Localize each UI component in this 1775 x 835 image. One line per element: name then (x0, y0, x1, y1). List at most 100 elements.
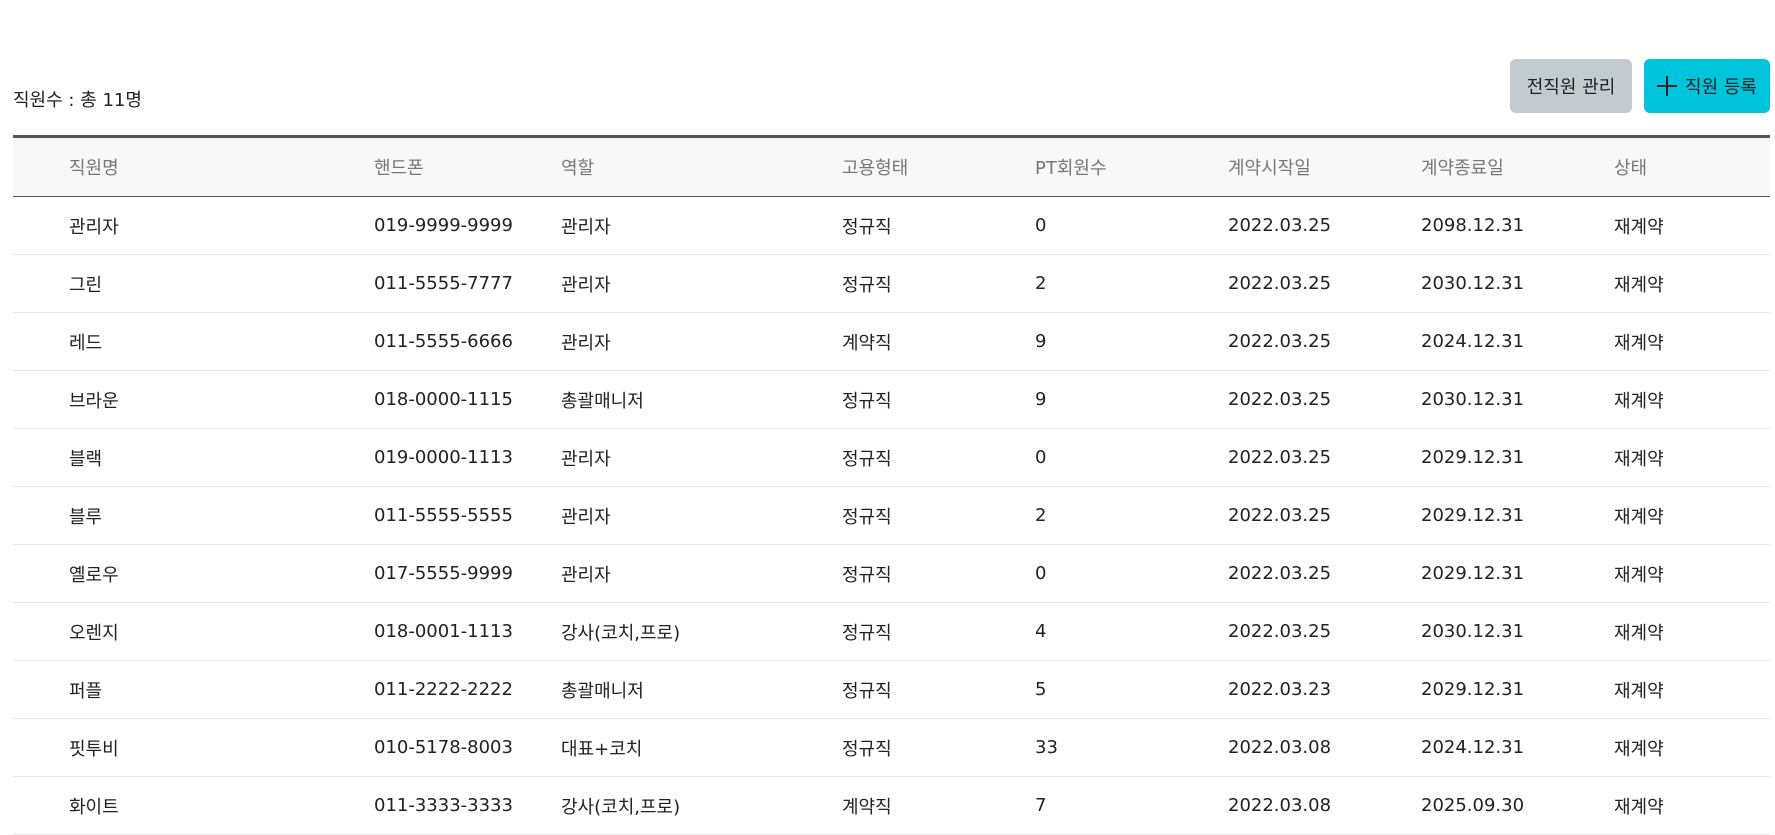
pt-member-count-cell: 7 (1035, 795, 1047, 816)
contract-start-date-cell: 2022.03.25 (1228, 621, 1332, 642)
status-cell: 재계약 (1614, 332, 1664, 354)
contract-end-date-cell: 2029.12.31 (1421, 563, 1525, 584)
phone-cell: 011-5555-7777 (374, 273, 513, 294)
column-header-role[interactable]: 역할 (561, 138, 594, 196)
staff-name-cell: 브라운 (69, 390, 119, 412)
contract-end-date-cell: 2029.12.31 (1421, 447, 1525, 468)
table-row[interactable]: 블루 011-5555-5555 관리자 정규직 2 2022.03.25 2029.12.… (13, 487, 1770, 545)
role-cell: 대표+코치 (561, 738, 643, 760)
contract-end-date-cell: 2030.12.31 (1421, 273, 1525, 294)
pt-member-count-cell: 33 (1035, 737, 1058, 758)
contract-end-date-cell: 2025.09.30 (1421, 795, 1525, 816)
staff-name-cell: 관리자 (69, 216, 119, 238)
phone-cell: 011-2222-2222 (374, 679, 513, 700)
former-staff-button[interactable]: 전직원 관리 (1510, 59, 1632, 113)
column-header-pt-members[interactable]: PT회원수 (1035, 138, 1107, 196)
phone-cell: 019-9999-9999 (374, 215, 513, 236)
status-cell: 재계약 (1614, 448, 1664, 470)
phone-cell: 018-0001-1113 (374, 621, 513, 642)
column-header-status[interactable]: 상태 (1614, 138, 1647, 196)
employment-type-cell: 정규직 (842, 506, 892, 528)
phone-cell: 018-0000-1115 (374, 389, 513, 410)
employment-type-cell: 정규직 (842, 564, 892, 586)
contract-end-date-cell: 2024.12.31 (1421, 737, 1525, 758)
phone-cell: 010-5178-8003 (374, 737, 513, 758)
add-staff-button-label: 직원 등록 (1685, 77, 1757, 98)
contract-start-date-cell: 2022.03.25 (1228, 563, 1332, 584)
employment-type-cell: 정규직 (842, 448, 892, 470)
staff-count-label: 직원수 : 총 11명 (13, 90, 142, 111)
table-row[interactable]: 블랙 019-0000-1113 관리자 정규직 0 2022.03.25 2029.12.… (13, 429, 1770, 487)
table-header: 직원명 핸드폰 역할 고용형태 PT회원수 계약시작일 계약종료일 상태 (13, 135, 1770, 197)
former-staff-button-label: 전직원 관리 (1526, 77, 1616, 98)
contract-start-date-cell: 2022.03.08 (1228, 737, 1332, 758)
staff-name-cell: 핏투비 (69, 738, 119, 760)
employment-type-cell: 정규직 (842, 622, 892, 644)
status-cell: 재계약 (1614, 738, 1664, 760)
status-cell: 재계약 (1614, 564, 1664, 586)
add-staff-button[interactable]: 직원 등록 (1644, 59, 1770, 113)
pt-member-count-cell: 9 (1035, 331, 1047, 352)
role-cell: 강사(코치,프로) (561, 796, 681, 818)
staff-name-cell: 블루 (69, 506, 103, 528)
column-header-contract-start[interactable]: 계약시작일 (1228, 138, 1311, 196)
pt-member-count-cell: 9 (1035, 389, 1047, 410)
staff-name-cell: 레드 (69, 332, 103, 354)
table-row[interactable]: 그린 011-5555-7777 관리자 정규직 2 2022.03.25 2030.12.… (13, 255, 1770, 313)
staff-name-cell: 블랙 (69, 448, 103, 470)
role-cell: 강사(코치,프로) (561, 622, 681, 644)
role-cell: 관리자 (561, 332, 611, 354)
employment-type-cell: 정규직 (842, 738, 892, 760)
employment-type-cell: 정규직 (842, 274, 892, 296)
table-row[interactable]: 옐로우 017-5555-9999 관리자 정규직 0 2022.03.25 2029.12… (13, 545, 1770, 603)
staff-name-cell: 옐로우 (69, 564, 119, 586)
pt-member-count-cell: 0 (1035, 215, 1047, 236)
role-cell: 총괄매니저 (561, 680, 644, 702)
contract-end-date-cell: 2030.12.31 (1421, 389, 1525, 410)
role-cell: 관리자 (561, 506, 611, 528)
status-cell: 재계약 (1614, 622, 1664, 644)
contract-end-date-cell: 2098.12.31 (1421, 215, 1525, 236)
employment-type-cell: 정규직 (842, 216, 892, 238)
table-row[interactable]: 레드 011-5555-6666 관리자 계약직 9 2022.03.25 2024.12.… (13, 313, 1770, 371)
table-row[interactable]: 관리자 019-9999-9999 관리자 정규직 0 2022.03.25 2098.12… (13, 197, 1770, 255)
employment-type-cell: 계약직 (842, 332, 892, 354)
contract-end-date-cell: 2029.12.31 (1421, 679, 1525, 700)
contract-start-date-cell: 2022.03.25 (1228, 447, 1332, 468)
column-header-employment-type[interactable]: 고용형태 (842, 138, 908, 196)
staff-table: 직원명 핸드폰 역할 고용형태 PT회원수 계약시작일 계약종료일 상태 관리자… (13, 135, 1770, 835)
table-row[interactable]: 퍼플 011-2222-2222 총괄매니저 정규직 5 2022.03.23 2029.1… (13, 661, 1770, 719)
status-cell: 재계약 (1614, 216, 1664, 238)
table-row[interactable]: 오렌지 018-0001-1113 강사(코치,프로) 정규직 4 2022.03.25 2… (13, 603, 1770, 661)
status-cell: 재계약 (1614, 274, 1664, 296)
column-header-name[interactable]: 직원명 (69, 138, 119, 196)
phone-cell: 011-3333-3333 (374, 795, 513, 816)
pt-member-count-cell: 2 (1035, 505, 1047, 526)
pt-member-count-cell: 0 (1035, 563, 1047, 584)
role-cell: 관리자 (561, 274, 611, 296)
table-row[interactable]: 브라운 018-0000-1115 총괄매니저 정규직 9 2022.03.25 2030.… (13, 371, 1770, 429)
column-header-contract-end[interactable]: 계약종료일 (1421, 138, 1504, 196)
phone-cell: 011-5555-5555 (374, 505, 513, 526)
contract-start-date-cell: 2022.03.25 (1228, 215, 1332, 236)
phone-cell: 019-0000-1113 (374, 447, 513, 468)
contract-end-date-cell: 2029.12.31 (1421, 505, 1525, 526)
phone-cell: 017-5555-9999 (374, 563, 513, 584)
table-row[interactable]: 핏투비 010-5178-8003 대표+코치 정규직 33 2022.03.08 2024… (13, 719, 1770, 777)
contract-end-date-cell: 2024.12.31 (1421, 331, 1525, 352)
status-cell: 재계약 (1614, 796, 1664, 818)
table-row[interactable]: 화이트 011-3333-3333 강사(코치,프로) 계약직 7 2022.03.08 2… (13, 777, 1770, 835)
table-body: 관리자 019-9999-9999 관리자 정규직 0 2022.03.25 2098.12… (13, 197, 1770, 835)
contract-start-date-cell: 2022.03.08 (1228, 795, 1332, 816)
pt-member-count-cell: 0 (1035, 447, 1047, 468)
role-cell: 관리자 (561, 448, 611, 470)
contract-start-date-cell: 2022.03.25 (1228, 273, 1332, 294)
plus-icon (1657, 76, 1678, 96)
phone-cell: 011-5555-6666 (374, 331, 513, 352)
contract-end-date-cell: 2030.12.31 (1421, 621, 1525, 642)
contract-start-date-cell: 2022.03.25 (1228, 331, 1332, 352)
status-cell: 재계약 (1614, 390, 1664, 412)
column-header-phone[interactable]: 핸드폰 (374, 138, 424, 196)
pt-member-count-cell: 5 (1035, 679, 1047, 700)
role-cell: 관리자 (561, 216, 611, 238)
